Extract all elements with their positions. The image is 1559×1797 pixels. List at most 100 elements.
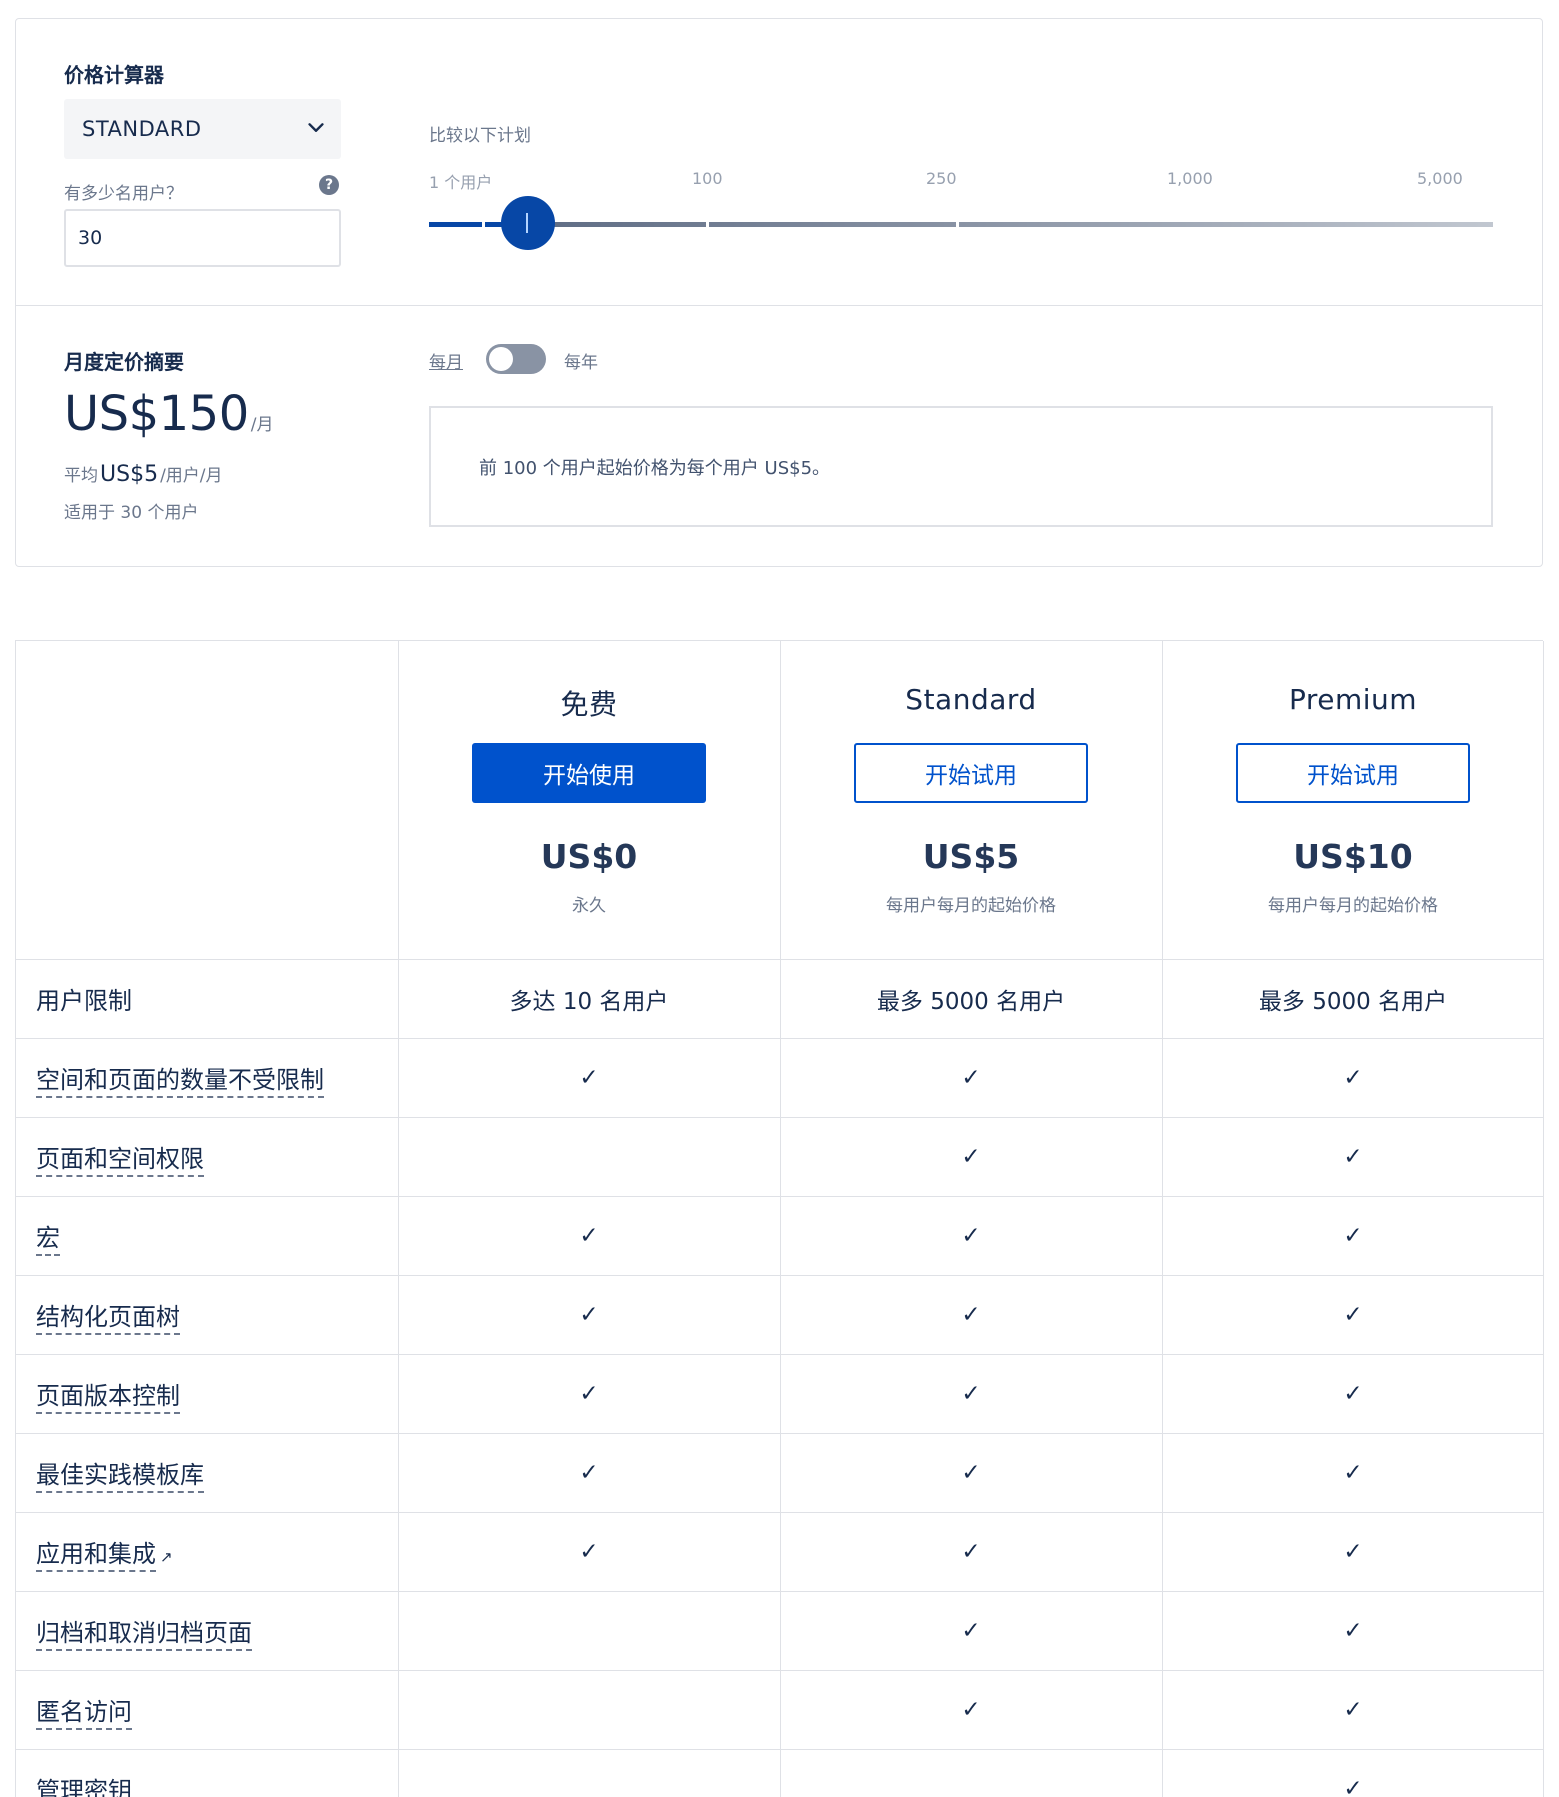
users-slider-remaining xyxy=(527,222,1493,227)
checkmark-icon: ✓ xyxy=(1343,1696,1363,1723)
feature-row: 应用和集成 ↗ ✓ ✓ ✓ xyxy=(16,1512,1544,1591)
checkmark-icon: ✓ xyxy=(961,1143,981,1170)
checkmark-icon: ✓ xyxy=(1343,1775,1363,1797)
feature-value: 最多 5000 名用户 xyxy=(876,988,1066,1015)
question-circle-icon[interactable]: ? xyxy=(319,175,339,195)
users-slider-thumb[interactable] xyxy=(501,196,555,250)
plan-price-note: 每用户每月的起始价格 xyxy=(1268,896,1438,916)
slider-tick-label: 100 xyxy=(692,169,723,188)
pricing-calculator-card: 价格计算器 STANDARD 有多少名用户？ ? 比较以下计划 1 个用户 10… xyxy=(15,18,1543,567)
compare-plans-label: 比较以下计划 xyxy=(429,126,531,146)
checkmark-icon: ✓ xyxy=(579,1222,599,1249)
checkmark-icon: ✓ xyxy=(1343,1459,1363,1486)
average-amount: US$5 xyxy=(100,462,159,487)
checkmark-icon: ✓ xyxy=(1343,1301,1363,1328)
average-price-line: 平均 US$5 /用户/月 xyxy=(64,461,223,487)
toggle-knob xyxy=(489,347,513,371)
checkmark-icon: ✓ xyxy=(961,1380,981,1407)
plan-price-note: 永久 xyxy=(572,896,606,916)
checkmark-icon xyxy=(398,1749,780,1797)
feature-label[interactable]: 归档和取消归档页面 xyxy=(36,1613,252,1651)
slider-tick-label: 1,000 xyxy=(1167,169,1213,188)
pricing-info-text: 前 100 个用户起始价格为每个用户 US$5。 xyxy=(479,457,831,479)
slider-tick-label: 5,000 xyxy=(1417,169,1463,188)
billing-monthly-option[interactable]: 每月 xyxy=(429,348,463,373)
monthly-summary-section: 月度定价摘要 US$150 /月 平均 US$5 /用户/月 适用于 30 个用… xyxy=(16,306,1542,568)
get-started-button[interactable]: 开始使用 xyxy=(472,743,706,803)
checkmark-icon xyxy=(780,1749,1162,1797)
plan-name: 免费 xyxy=(560,688,618,721)
feature-row: 最佳实践模板库 ✓ ✓ ✓ xyxy=(16,1433,1544,1512)
checkmark-icon: ✓ xyxy=(579,1064,599,1091)
checkmark-icon: ✓ xyxy=(961,1064,981,1091)
checkmark-icon: ✓ xyxy=(961,1301,981,1328)
billing-period-toggle[interactable] xyxy=(486,344,546,374)
plan-column-premium: Premium 开始试用 US$10 每用户每月的起始价格 xyxy=(1162,641,1544,959)
plan-price-note: 每用户每月的起始价格 xyxy=(886,896,1056,916)
checkmark-icon: ✓ xyxy=(961,1538,981,1565)
calculator-section: 价格计算器 STANDARD 有多少名用户？ ? 比较以下计划 1 个用户 10… xyxy=(16,19,1542,306)
checkmark-icon: ✓ xyxy=(1343,1380,1363,1407)
feature-label[interactable]: 应用和集成 xyxy=(36,1534,156,1572)
checkmark-icon: ✓ xyxy=(1343,1222,1363,1249)
checkmark-icon: ✓ xyxy=(1343,1538,1363,1565)
external-link-icon[interactable]: ↗ xyxy=(160,1548,173,1566)
feature-label[interactable]: 页面版本控制 xyxy=(36,1376,180,1414)
start-trial-button[interactable]: 开始试用 xyxy=(1236,743,1470,803)
start-trial-button[interactable]: 开始试用 xyxy=(854,743,1088,803)
average-suffix: /用户/月 xyxy=(160,466,223,486)
users-count-label: 有多少名用户？ xyxy=(64,184,183,204)
users-count-input[interactable] xyxy=(64,209,341,267)
checkmark-icon: ✓ xyxy=(1343,1143,1363,1170)
plan-price: US$10 xyxy=(1293,837,1413,876)
feature-row: 页面版本控制 ✓ ✓ ✓ xyxy=(16,1354,1544,1433)
feature-row: 空间和页面的数量不受限制 ✓ ✓ ✓ xyxy=(16,1038,1544,1117)
feature-row: 结构化页面树 ✓ ✓ ✓ xyxy=(16,1275,1544,1354)
slider-notch xyxy=(956,219,959,230)
feature-label[interactable]: 宏 xyxy=(36,1218,60,1256)
slider-grip-icon xyxy=(526,213,528,233)
feature-label[interactable]: 管理密钥 xyxy=(36,1771,132,1797)
plan-select-value: STANDARD xyxy=(82,117,202,141)
plan-name: Standard xyxy=(905,683,1037,716)
applies-to-users: 适用于 30 个用户 xyxy=(64,503,199,523)
checkmark-icon: ✓ xyxy=(579,1380,599,1407)
feature-label: 用户限制 xyxy=(36,987,132,1015)
summary-title: 月度定价摘要 xyxy=(64,350,184,374)
checkmark-icon: ✓ xyxy=(961,1617,981,1644)
billing-yearly-option[interactable]: 每年 xyxy=(564,348,598,373)
chevron-down-icon xyxy=(308,123,324,132)
slider-tick-label: 1 个用户 xyxy=(429,173,493,192)
checkmark-icon: ✓ xyxy=(579,1301,599,1328)
feature-row: 管理密钥 ✓ xyxy=(16,1749,1544,1797)
pricing-info-box: 前 100 个用户起始价格为每个用户 US$5。 xyxy=(429,406,1493,527)
checkmark-icon: ✓ xyxy=(961,1696,981,1723)
plan-price: US$5 xyxy=(922,837,1020,876)
summary-price: US$150 /月 xyxy=(64,386,274,442)
feature-value: 最多 5000 名用户 xyxy=(1258,988,1448,1015)
feature-label[interactable]: 匿名访问 xyxy=(36,1692,132,1730)
plan-comparison-table: 免费 开始使用 US$0 永久 Standard 开始试用 US$5 每用户每月… xyxy=(15,640,1544,1797)
plan-column-free: 免费 开始使用 US$0 永久 xyxy=(398,641,780,959)
feature-row: 页面和空间权限 ✓ ✓ xyxy=(16,1117,1544,1196)
feature-row: 归档和取消归档页面 ✓ ✓ xyxy=(16,1591,1544,1670)
plan-column-standard: Standard 开始试用 US$5 每用户每月的起始价格 xyxy=(780,641,1162,959)
feature-label[interactable]: 空间和页面的数量不受限制 xyxy=(36,1060,324,1098)
checkmark-icon xyxy=(398,1591,780,1670)
plan-select-dropdown[interactable]: STANDARD xyxy=(64,99,341,159)
feature-row: 宏 ✓ ✓ ✓ xyxy=(16,1196,1544,1275)
feature-label[interactable]: 页面和空间权限 xyxy=(36,1139,204,1177)
slider-tick-label: 250 xyxy=(926,169,957,188)
checkmark-icon: ✓ xyxy=(1343,1064,1363,1091)
feature-label-group: 应用和集成 ↗ xyxy=(36,1534,173,1572)
plan-name: Premium xyxy=(1288,683,1418,716)
summary-price-amount: US$150 xyxy=(64,386,249,442)
feature-label[interactable]: 结构化页面树 xyxy=(36,1297,180,1335)
slider-notch xyxy=(482,219,485,230)
checkmark-icon: ✓ xyxy=(1343,1617,1363,1644)
feature-row: 匿名访问 ✓ ✓ xyxy=(16,1670,1544,1749)
checkmark-icon xyxy=(398,1670,780,1749)
checkmark-icon: ✓ xyxy=(579,1538,599,1565)
average-prefix: 平均 xyxy=(64,466,98,486)
feature-label[interactable]: 最佳实践模板库 xyxy=(36,1455,204,1493)
